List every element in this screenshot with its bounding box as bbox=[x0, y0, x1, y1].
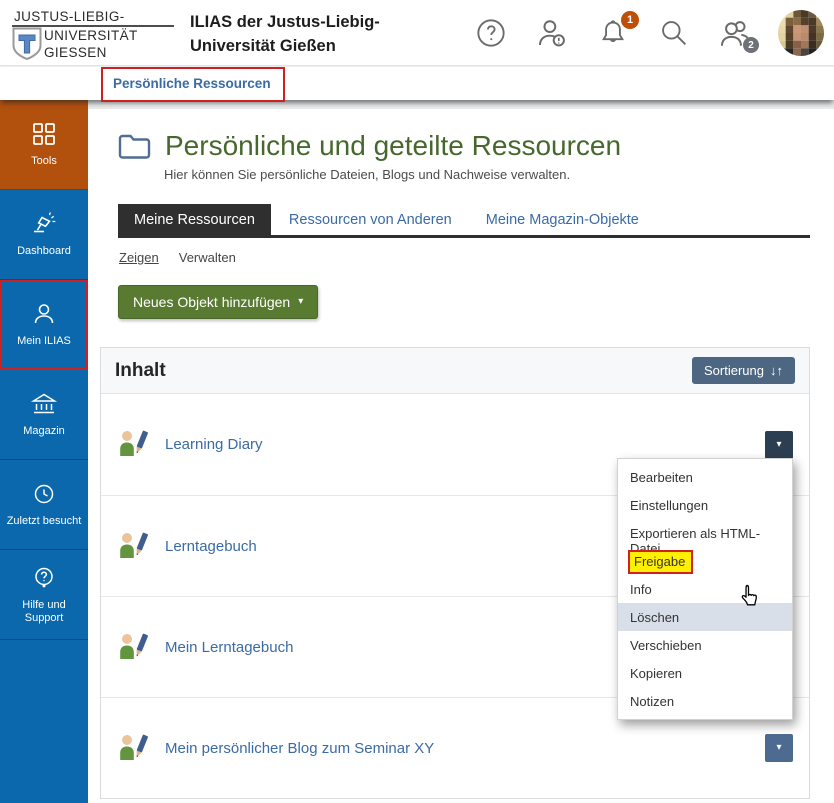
online-users-button[interactable]: 2 bbox=[717, 15, 753, 51]
page-subtitle: Hier können Sie persönliche Dateien, Blo… bbox=[164, 167, 810, 182]
item-link[interactable]: Lerntagebuch bbox=[165, 538, 257, 555]
awareness-button[interactable] bbox=[534, 15, 570, 51]
blog-icon bbox=[117, 733, 151, 764]
clock-icon bbox=[30, 480, 58, 508]
sidebar-item-zuletzt-besucht[interactable]: Zuletzt besucht bbox=[0, 460, 88, 550]
panel-title: Inhalt bbox=[115, 360, 166, 382]
question-circle-icon bbox=[30, 564, 58, 592]
blog-icon bbox=[117, 531, 151, 562]
sort-button[interactable]: Sortierung ↓↑ bbox=[692, 357, 795, 384]
app-title: ILIAS der Justus-Liebig- Universität Gie… bbox=[190, 11, 380, 59]
menu-item-exportieren[interactable]: Exportieren als HTML-Datei bbox=[618, 519, 792, 547]
desk-lamp-icon bbox=[30, 210, 58, 238]
item-actions-button[interactable]: ▾ bbox=[765, 431, 793, 459]
sidebar-item-tools[interactable]: Tools bbox=[0, 100, 88, 190]
tools-grid-icon bbox=[30, 120, 58, 148]
breadcrumb[interactable]: Persönliche Ressourcen bbox=[113, 76, 271, 91]
sidebar-item-hilfe-support[interactable]: Hilfe und Support bbox=[0, 550, 88, 640]
menu-item-kopieren[interactable]: Kopieren bbox=[618, 659, 792, 687]
notifications-badge: 1 bbox=[621, 11, 639, 29]
sidebar-item-label: Zuletzt besucht bbox=[4, 515, 85, 528]
page-title: Persönliche und geteilte Ressourcen bbox=[165, 130, 621, 162]
main-sidebar: Tools Dashboard Mein ILIAS bbox=[0, 100, 88, 803]
sidebar-item-label: Magazin bbox=[20, 425, 68, 438]
user-status-icon bbox=[535, 16, 569, 50]
caret-down-icon: ▾ bbox=[298, 297, 303, 307]
item-actions-menu: Bearbeiten Einstellungen Exportieren als… bbox=[617, 458, 793, 720]
tab-bar: Meine Ressourcen Ressourcen von Anderen … bbox=[118, 204, 810, 238]
user-avatar[interactable] bbox=[778, 10, 824, 56]
breadcrumb-bar: Persönliche Ressourcen bbox=[0, 67, 834, 100]
breadcrumb-annotation-box: Persönliche Ressourcen bbox=[101, 67, 285, 102]
help-button[interactable] bbox=[473, 15, 509, 51]
tab-meine-ressourcen[interactable]: Meine Ressourcen bbox=[118, 204, 271, 235]
menu-item-info[interactable]: Info bbox=[618, 575, 792, 603]
subtab-bar: Zeigen Verwalten bbox=[119, 250, 834, 265]
blog-icon bbox=[117, 632, 151, 663]
subtab-zeigen[interactable]: Zeigen bbox=[119, 250, 159, 265]
tab-ressourcen-von-anderen[interactable]: Ressourcen von Anderen bbox=[273, 204, 468, 235]
search-icon bbox=[658, 17, 690, 49]
university-shield-icon bbox=[12, 27, 42, 62]
add-object-button[interactable]: Neues Objekt hinzufügen ▾ bbox=[118, 285, 318, 319]
item-link[interactable]: Mein Lerntagebuch bbox=[165, 639, 293, 656]
caret-down-icon: ▾ bbox=[776, 440, 781, 450]
person-icon bbox=[30, 300, 58, 328]
blog-icon bbox=[117, 429, 151, 460]
bank-building-icon bbox=[30, 390, 58, 418]
sidebar-item-label: Hilfe und Support bbox=[0, 599, 88, 625]
notifications-button[interactable]: 1 bbox=[595, 15, 631, 51]
freigabe-annotation-highlight: Freigabe bbox=[630, 552, 691, 572]
university-logo: JUSTUS-LIEBIG- UNIVERSITÄT GIESSEN bbox=[12, 9, 174, 62]
help-icon bbox=[475, 17, 507, 49]
logo-line2: UNIVERSITÄT bbox=[44, 28, 138, 45]
item-actions-button[interactable]: ▾ bbox=[765, 734, 793, 762]
item-link[interactable]: Mein persönlicher Blog zum Seminar XY bbox=[165, 740, 434, 757]
app-header: JUSTUS-LIEBIG- UNIVERSITÄT GIESSEN ILIAS… bbox=[0, 0, 834, 66]
sidebar-item-magazin[interactable]: Magazin bbox=[0, 370, 88, 460]
online-users-badge: 2 bbox=[743, 37, 759, 53]
folder-icon bbox=[118, 133, 151, 160]
item-link[interactable]: Learning Diary bbox=[165, 436, 263, 453]
menu-item-loeschen[interactable]: Löschen bbox=[618, 603, 792, 631]
menu-item-einstellungen[interactable]: Einstellungen bbox=[618, 491, 792, 519]
menu-item-freigabe[interactable]: Freigabe bbox=[618, 547, 792, 575]
sidebar-item-label: Dashboard bbox=[14, 245, 74, 258]
logo-line3: GIESSEN bbox=[44, 45, 138, 62]
sidebar-item-dashboard[interactable]: Dashboard bbox=[0, 190, 88, 280]
sidebar-item-label: Tools bbox=[28, 155, 60, 168]
tab-meine-magazin-objekte[interactable]: Meine Magazin-Objekte bbox=[470, 204, 655, 235]
menu-item-bearbeiten[interactable]: Bearbeiten bbox=[618, 463, 792, 491]
content-panel-header: Inhalt Sortierung ↓↑ bbox=[101, 348, 809, 394]
sidebar-filler bbox=[0, 640, 88, 803]
sidebar-item-label: Mein ILIAS bbox=[14, 335, 74, 348]
menu-item-notizen[interactable]: Notizen bbox=[618, 687, 792, 715]
sort-arrows-icon: ↓↑ bbox=[770, 363, 783, 378]
caret-down-icon: ▾ bbox=[776, 743, 781, 753]
search-button[interactable] bbox=[656, 15, 692, 51]
menu-item-verschieben[interactable]: Verschieben bbox=[618, 631, 792, 659]
sidebar-item-mein-ilias[interactable]: Mein ILIAS bbox=[0, 280, 88, 370]
subtab-verwalten[interactable]: Verwalten bbox=[179, 250, 236, 265]
